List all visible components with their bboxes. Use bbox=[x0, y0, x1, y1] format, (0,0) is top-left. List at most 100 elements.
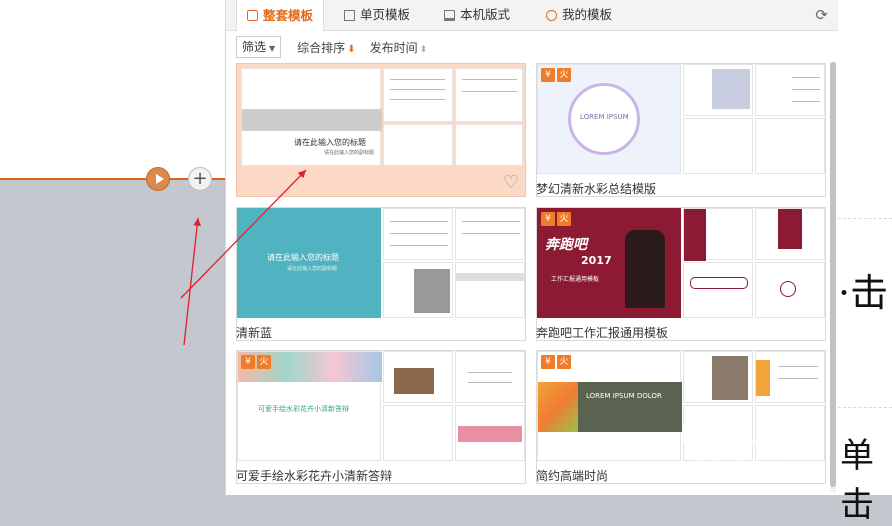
template-badges: ¥ 火 bbox=[541, 355, 571, 369]
thumb-page bbox=[455, 262, 525, 318]
thumb-page: 请在此输入您的标题 请在此输入您的副标题 bbox=[241, 68, 382, 166]
template-card[interactable]: 请在此输入您的标题 请在此输入您的副标题 ♡ bbox=[236, 63, 526, 197]
hot-badge: 火 bbox=[257, 355, 271, 369]
thumb-line bbox=[792, 89, 820, 90]
template-thumbnail[interactable]: 请在此输入您的标题 请在此输入您的副标题 ♡ bbox=[236, 63, 526, 197]
filter-label: 筛选 bbox=[242, 40, 267, 54]
thumb-block bbox=[458, 426, 522, 442]
thumb-title: LOREM IPSUM DOLOR bbox=[586, 392, 662, 400]
tab-label: 单页模板 bbox=[360, 7, 411, 22]
tab-local-layout[interactable]: 本机版式 bbox=[444, 0, 510, 30]
thumb-line bbox=[462, 91, 517, 92]
play-icon[interactable] bbox=[146, 167, 170, 191]
thumb-line bbox=[792, 77, 820, 78]
thumb-subtitle: 工作汇报通用模板 bbox=[551, 276, 600, 283]
tab-label: 本机版式 bbox=[460, 7, 511, 22]
thumb-page bbox=[383, 262, 453, 318]
thumb-page bbox=[455, 405, 525, 461]
thumb-line bbox=[792, 101, 820, 102]
template-thumbnail[interactable]: ¥ 火 可爱手绘水彩花卉小清新答辩 bbox=[236, 350, 526, 484]
thumb-page bbox=[383, 405, 453, 461]
thumb-image bbox=[712, 356, 748, 400]
template-title: 清新蓝 bbox=[236, 326, 273, 340]
thumb-title: 可爱手绘水彩花卉小清新答辩 bbox=[258, 405, 349, 413]
tab-single-page[interactable]: 单页模板 bbox=[344, 0, 410, 30]
template-title: 奔跑吧工作汇报通用模板 bbox=[536, 326, 669, 340]
paid-badge: ¥ bbox=[241, 355, 255, 369]
thumb-chevron bbox=[756, 360, 770, 396]
thumb-page: 请在此输入您的标题 请在此输入您的副标题 bbox=[237, 208, 381, 318]
thumb-page bbox=[683, 262, 753, 318]
thumb-shape bbox=[780, 281, 796, 297]
sort-down-icon: ⬇ bbox=[347, 43, 356, 55]
tab-template-set[interactable]: 整套模板 bbox=[236, 0, 324, 31]
thumb-image-strip bbox=[456, 273, 525, 281]
sort-default[interactable]: 综合排序 ⬇ bbox=[297, 39, 355, 56]
template-thumbnail[interactable]: 请在此输入您的标题 请在此输入您的副标题 bbox=[236, 207, 526, 341]
placeholder-divider bbox=[838, 407, 892, 408]
template-card[interactable]: ¥ 火 奔跑吧 2017 工作汇报通用模板 奔跑吧工作汇报通用模板 bbox=[536, 207, 826, 341]
sort-date[interactable]: 发布时间 ⬍ bbox=[370, 39, 428, 56]
template-title: 简约高端时尚 bbox=[536, 469, 609, 483]
thumb-line bbox=[468, 372, 512, 373]
hot-badge: 火 bbox=[557, 212, 571, 226]
thumb-page bbox=[683, 118, 753, 174]
sort-default-label: 综合排序 bbox=[297, 40, 346, 55]
monitor-icon bbox=[444, 9, 455, 21]
tab-my-templates[interactable]: 我的模板 bbox=[546, 0, 612, 30]
user-icon bbox=[546, 9, 557, 21]
watermark-url: jingyan.baidu.com bbox=[690, 456, 783, 467]
thumb-line bbox=[462, 233, 520, 234]
thumb-line bbox=[390, 89, 445, 90]
thumb-page bbox=[455, 68, 523, 122]
thumb-block bbox=[578, 382, 682, 432]
template-card[interactable]: ¥ 火 LOREM IPSUM 梦幻清新水彩总结模版 bbox=[536, 63, 826, 197]
thumb-page bbox=[755, 64, 825, 116]
arrow-to-add-button bbox=[183, 217, 202, 346]
slide-preview-right: ·击 单击 bbox=[838, 0, 892, 525]
single-page-icon bbox=[344, 9, 355, 21]
add-slide-button[interactable]: + bbox=[188, 167, 212, 191]
sort-date-label: 发布时间 bbox=[369, 40, 418, 55]
thumb-line bbox=[468, 382, 512, 383]
thumb-page bbox=[455, 351, 525, 403]
thumb-line bbox=[390, 99, 445, 100]
template-card[interactable]: ¥ 火 可爱手绘水彩花卉小清新答辩 可爱手绘水彩花卉小清新答辩 bbox=[236, 350, 526, 484]
thumb-page bbox=[755, 208, 825, 260]
paid-badge: ¥ bbox=[541, 355, 555, 369]
thumb-image-strip bbox=[242, 109, 382, 131]
template-thumbnail[interactable]: ¥ 火 LOREM IPSUM bbox=[536, 63, 826, 197]
chevron-down-icon: ▼ bbox=[269, 44, 276, 53]
thumb-page bbox=[755, 262, 825, 318]
thumb-year: 2017 bbox=[581, 254, 612, 267]
template-badges: ¥ 火 bbox=[241, 355, 271, 369]
template-title: 可爱手绘水彩花卉小清新答辩 bbox=[236, 469, 393, 483]
thumb-page bbox=[383, 208, 453, 260]
thumb-line bbox=[462, 221, 520, 222]
filter-dropdown[interactable]: 筛选 ▼ bbox=[236, 36, 282, 58]
thumb-block bbox=[684, 209, 706, 261]
thumb-page bbox=[683, 351, 753, 403]
scrollbar-thumb[interactable] bbox=[830, 62, 836, 487]
thumb-line bbox=[390, 79, 445, 80]
template-badges: ¥ 火 bbox=[541, 68, 571, 82]
template-card[interactable]: 请在此输入您的标题 请在此输入您的副标题 清新蓝 bbox=[236, 207, 526, 341]
thumb-page bbox=[455, 208, 525, 260]
template-thumbnail[interactable]: ¥ 火 奔跑吧 2017 工作汇报通用模板 bbox=[536, 207, 826, 341]
thumb-line bbox=[462, 79, 517, 80]
heart-icon[interactable]: ♡ bbox=[503, 172, 519, 193]
thumb-title: 请在此输入您的标题 bbox=[267, 253, 339, 262]
placeholder-divider bbox=[838, 218, 892, 219]
thumb-title: LOREM IPSUM bbox=[580, 113, 629, 121]
thumb-page bbox=[455, 124, 523, 166]
thumb-image bbox=[414, 269, 450, 313]
thumb-line bbox=[390, 221, 448, 222]
thumb-shape bbox=[690, 277, 748, 289]
thumb-line bbox=[778, 366, 818, 367]
thumb-chevron bbox=[538, 382, 578, 432]
thumb-line bbox=[778, 378, 818, 379]
thumb-block bbox=[778, 209, 802, 249]
thumb-image bbox=[394, 368, 434, 394]
refresh-icon[interactable]: ⟳ bbox=[815, 6, 828, 24]
thumb-line bbox=[390, 245, 448, 246]
